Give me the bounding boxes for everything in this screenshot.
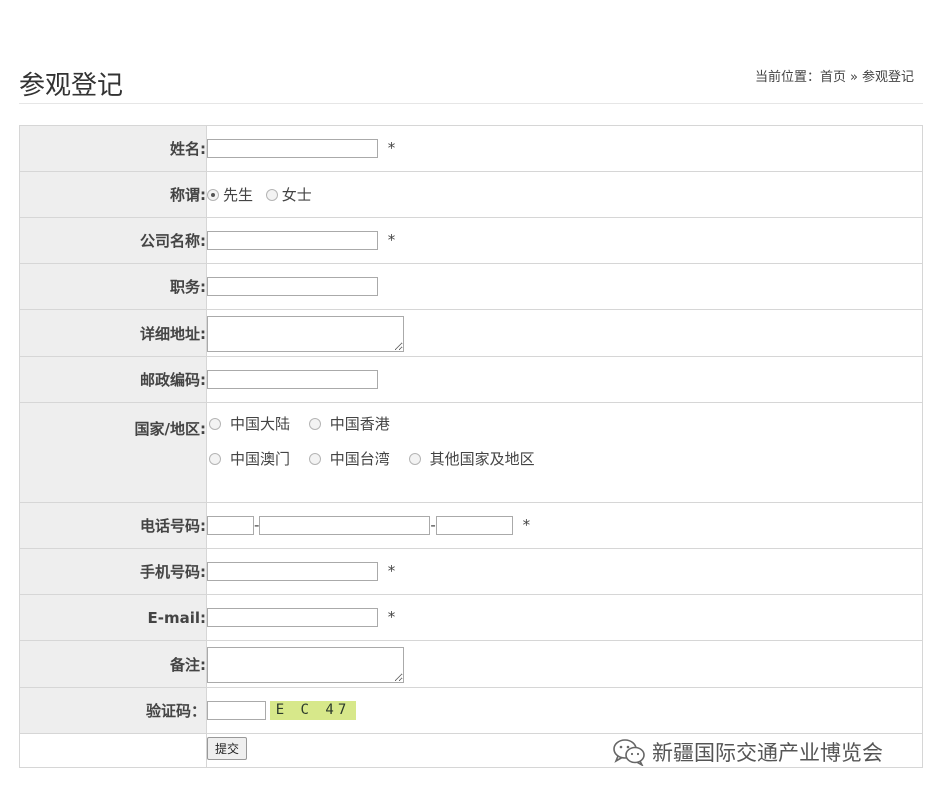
breadcrumb-separator: »	[850, 70, 858, 85]
form-row-position: 职务:	[19, 263, 923, 310]
radio-mr[interactable]	[207, 189, 219, 201]
form-row-salutation: 称谓: 先生 女士	[19, 171, 923, 218]
region-option-mainland-label: 中国大陆	[230, 415, 291, 433]
region-option-macau[interactable]: 中国澳门	[209, 450, 290, 468]
salutation-option-mr[interactable]: 先生	[207, 186, 253, 204]
form-row-postcode: 邮政编码:	[19, 356, 923, 403]
region-option-hongkong-label: 中国香港	[329, 415, 390, 433]
salutation-label: 称谓:	[19, 171, 207, 218]
title-divider	[19, 103, 923, 104]
form-row-remarks: 备注:	[19, 640, 923, 688]
address-textarea[interactable]	[207, 316, 404, 352]
position-input[interactable]	[207, 277, 378, 296]
company-label: 公司名称:	[19, 217, 207, 264]
radio-mainland[interactable]	[209, 418, 221, 430]
form-row-phone: 电话号码: -- *	[19, 502, 923, 549]
page-title: 参观登记	[19, 71, 124, 102]
submit-button[interactable]: 提交	[207, 737, 248, 760]
company-input[interactable]	[207, 231, 378, 250]
breadcrumb-current: 参观登记	[861, 70, 914, 85]
watermark-text: 新疆国际交通产业博览会	[652, 741, 883, 765]
captcha-label: 验证码：	[19, 687, 207, 734]
registration-form: 姓名: * 称谓: 先生 女士 公司名称: * 职务: 详细地址: 邮政编码:	[19, 125, 923, 768]
postcode-label: 邮政编码:	[19, 356, 207, 403]
postcode-input[interactable]	[207, 370, 378, 389]
mobile-label: 手机号码:	[19, 548, 207, 595]
region-option-macau-label: 中国澳门	[230, 450, 291, 468]
form-row-captcha: 验证码： E C 47	[19, 687, 923, 734]
name-input[interactable]	[207, 139, 378, 158]
required-mark: *	[522, 516, 531, 534]
phone-extension-input[interactable]	[435, 516, 513, 535]
address-label: 详细地址:	[19, 309, 207, 357]
phone-label: 电话号码:	[19, 502, 207, 549]
radio-ms[interactable]	[265, 189, 278, 201]
watermark: 新疆国际交通产业博览会	[612, 737, 883, 767]
captcha-image[interactable]: E C 47	[270, 701, 356, 720]
radio-taiwan[interactable]	[308, 453, 321, 465]
salutation-option-ms[interactable]: 女士	[265, 186, 312, 204]
required-mark: *	[387, 139, 396, 157]
form-row-region: 国家/地区: 中国大陆 中国香港 中国澳门 中国台湾 其他国家及地区	[19, 402, 923, 503]
region-option-other[interactable]: 其他国家及地区	[408, 450, 535, 468]
form-row-mobile: 手机号码: *	[19, 548, 923, 595]
email-label: E-mail:	[19, 594, 207, 641]
radio-other[interactable]	[408, 453, 421, 465]
radio-macau[interactable]	[209, 453, 221, 465]
form-row-address: 详细地址:	[19, 309, 923, 357]
region-option-other-label: 其他国家及地区	[429, 450, 535, 468]
remarks-textarea[interactable]	[207, 647, 404, 683]
region-option-mainland[interactable]: 中国大陆	[209, 415, 290, 433]
position-label: 职务:	[19, 263, 207, 310]
remarks-label: 备注:	[19, 640, 207, 688]
submit-row-spacer	[19, 733, 207, 768]
breadcrumb-prefix: 当前位置：	[754, 70, 820, 85]
phone-number-input[interactable]	[259, 516, 431, 535]
email-input[interactable]	[207, 608, 378, 627]
form-row-company: 公司名称: *	[19, 217, 923, 264]
salutation-option-ms-label: 女士	[281, 186, 312, 204]
required-mark: *	[387, 608, 396, 626]
phone-area-code-input[interactable]	[207, 516, 254, 535]
required-mark: *	[387, 231, 396, 249]
region-label: 国家/地区:	[19, 402, 207, 503]
breadcrumb: 当前位置：首页 » 参观登记	[755, 66, 914, 85]
name-label: 姓名:	[19, 125, 207, 172]
required-mark: *	[387, 562, 396, 580]
wechat-icon	[613, 739, 645, 766]
region-option-taiwan-label: 中国台湾	[329, 450, 390, 468]
mobile-input[interactable]	[207, 562, 378, 581]
region-option-taiwan[interactable]: 中国台湾	[308, 450, 390, 468]
form-row-email: E-mail: *	[19, 594, 923, 641]
captcha-input[interactable]	[207, 701, 266, 720]
form-row-name: 姓名: *	[19, 125, 923, 172]
breadcrumb-home-link[interactable]: 首页	[820, 70, 846, 85]
region-option-hongkong[interactable]: 中国香港	[308, 415, 390, 433]
radio-hongkong[interactable]	[308, 418, 321, 430]
salutation-option-mr-label: 先生	[223, 186, 254, 204]
